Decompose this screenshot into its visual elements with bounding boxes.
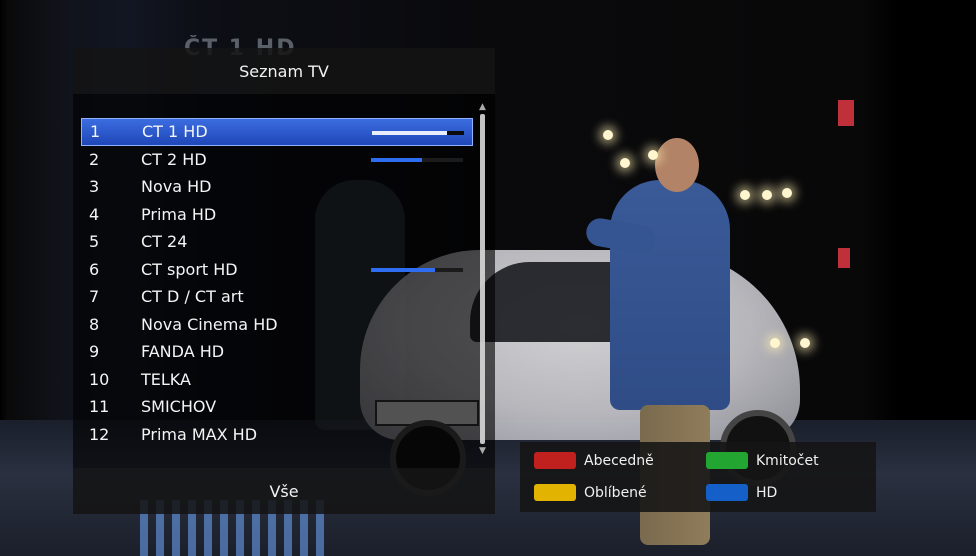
filter-all-button[interactable]: Vše [73, 468, 495, 514]
red-stage-light [838, 248, 850, 268]
signal-bar [371, 267, 463, 272]
signal-bar-fill [371, 157, 422, 162]
signal-bar-fill [371, 267, 436, 272]
channel-name: Nova HD [141, 177, 212, 197]
channel-number: 11 [89, 397, 110, 417]
light-bulb [603, 130, 613, 140]
red-stage-light [838, 100, 854, 126]
scrollbar[interactable]: ▲ ▼ [479, 102, 487, 458]
channel-row[interactable]: 3 Nova HD [81, 173, 473, 201]
channel-row[interactable]: 12 Prima MAX HD [81, 421, 473, 449]
legend-green-label: Kmitočet [756, 452, 819, 469]
channel-name: Prima HD [141, 204, 217, 224]
channel-row[interactable]: 1 CT 1 HD [81, 118, 473, 146]
channel-list-panel: Seznam TV Vše ▲ ▼ 1 CT 1 HD 2 CT 2 HD 3 Nova … [73, 48, 495, 514]
light-bulb [782, 188, 792, 198]
channel-name: CT 24 [141, 232, 188, 252]
channel-number: 2 [89, 149, 100, 169]
green-key-icon [706, 452, 748, 469]
channel-name: CT D / CT art [141, 287, 244, 307]
channel-name: Prima MAX HD [141, 424, 258, 444]
channel-number: 10 [89, 369, 110, 389]
presenter [610, 180, 730, 410]
channel-name: SMICHOV [141, 397, 217, 417]
legend-yellow[interactable]: Oblíbené [534, 484, 647, 501]
arrow-up-icon[interactable]: ▲ [479, 102, 486, 112]
legend-blue[interactable]: HD [706, 484, 777, 501]
legend-red[interactable]: Abecedně [534, 452, 654, 469]
channel-number: 7 [89, 287, 100, 307]
channel-number: 5 [89, 232, 100, 252]
channel-row[interactable]: 8 Nova Cinema HD [81, 311, 473, 339]
presenter-head [655, 138, 699, 192]
panel-title: Seznam TV [73, 48, 495, 94]
channel-row[interactable]: 4 Prima HD [81, 201, 473, 229]
signal-bar [371, 157, 463, 162]
channel-row[interactable]: 6 CT sport HD [81, 256, 473, 284]
legend-red-label: Abecedně [584, 452, 654, 469]
light-bulb [762, 190, 772, 200]
signal-bar [372, 131, 464, 135]
channel-number: 6 [89, 259, 100, 279]
legend-green[interactable]: Kmitočet [706, 452, 819, 469]
light-bulb [648, 150, 658, 160]
channel-number: 9 [89, 342, 100, 362]
color-key-legend: Abecedně Kmitočet Oblíbené HD [520, 442, 876, 512]
red-key-icon [534, 452, 576, 469]
light-bulb [740, 190, 750, 200]
channel-row[interactable]: 10 TELKA [81, 366, 473, 394]
channel-number: 1 [90, 122, 101, 142]
channel-row[interactable]: 11 SMICHOV [81, 393, 473, 421]
channel-list: 1 CT 1 HD 2 CT 2 HD 3 Nova HD 4 Prima HD 5 CT 24 6… [81, 118, 473, 448]
channel-number: 3 [89, 177, 100, 197]
channel-name: Nova Cinema HD [141, 314, 278, 334]
channel-row[interactable]: 2 CT 2 HD [81, 146, 473, 174]
arrow-down-icon[interactable]: ▼ [479, 446, 486, 456]
channel-row[interactable]: 7 CT D / CT art [81, 283, 473, 311]
channel-number: 8 [89, 314, 100, 334]
light-bulb [770, 338, 780, 348]
channel-name: FANDA HD [141, 342, 225, 362]
yellow-key-icon [534, 484, 576, 501]
channel-name: TELKA [141, 369, 191, 389]
signal-bar-fill [372, 131, 448, 135]
light-bulb [800, 338, 810, 348]
light-bulb [620, 158, 630, 168]
legend-yellow-label: Oblíbené [584, 484, 647, 501]
channel-number: 12 [89, 424, 110, 444]
blue-key-icon [706, 484, 748, 501]
channel-row[interactable]: 9 FANDA HD [81, 338, 473, 366]
legend-blue-label: HD [756, 484, 778, 501]
channel-row[interactable]: 5 CT 24 [81, 228, 473, 256]
scrollbar-thumb[interactable] [480, 114, 485, 444]
channel-number: 4 [89, 204, 100, 224]
